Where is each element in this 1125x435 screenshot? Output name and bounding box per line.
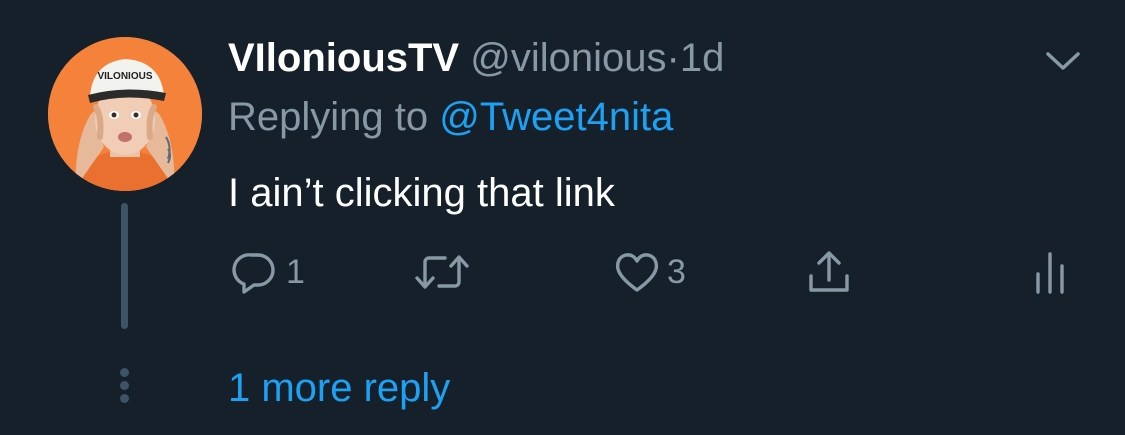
timestamp[interactable]: 1d	[680, 36, 725, 80]
separator-dot: ·	[666, 36, 680, 80]
reply-icon	[230, 250, 280, 294]
reply-button[interactable]: 1	[230, 248, 305, 296]
retweet-icon	[413, 250, 471, 294]
heart-icon	[613, 250, 661, 294]
retweet-button[interactable]	[413, 248, 477, 296]
thread-line	[121, 203, 128, 329]
replying-to-line: Replying to @Tweet4nita	[228, 91, 673, 143]
like-button[interactable]: 3	[613, 248, 686, 296]
tweet-text: I ain’t clicking that link	[228, 171, 615, 215]
share-button[interactable]	[805, 248, 853, 296]
reply-count: 1	[286, 252, 305, 291]
avatar-image: VILONIOUS	[48, 37, 202, 191]
user-handle[interactable]: @vilonious	[470, 36, 666, 80]
display-name[interactable]: VIloniousTV	[228, 36, 459, 80]
avatar-cap-text: VILONIOUS	[97, 71, 152, 82]
share-icon	[805, 248, 853, 296]
tweet-header: VIloniousTV @vilonious·1d	[228, 32, 724, 84]
chevron-down-icon[interactable]	[1042, 40, 1084, 82]
replying-prefix: Replying to	[228, 95, 429, 139]
avatar[interactable]: VILONIOUS	[48, 37, 202, 191]
vertical-dots-icon	[119, 368, 131, 408]
more-replies-link[interactable]: 1 more reply	[228, 362, 450, 414]
analytics-button[interactable]	[1030, 248, 1070, 296]
tweet[interactable]: VILONIOUS VIloniousTV @vilonious·1d Repl…	[0, 0, 1125, 435]
like-count: 3	[667, 252, 686, 291]
analytics-icon	[1030, 248, 1070, 296]
replying-to-mention[interactable]: @Tweet4nita	[439, 95, 673, 139]
